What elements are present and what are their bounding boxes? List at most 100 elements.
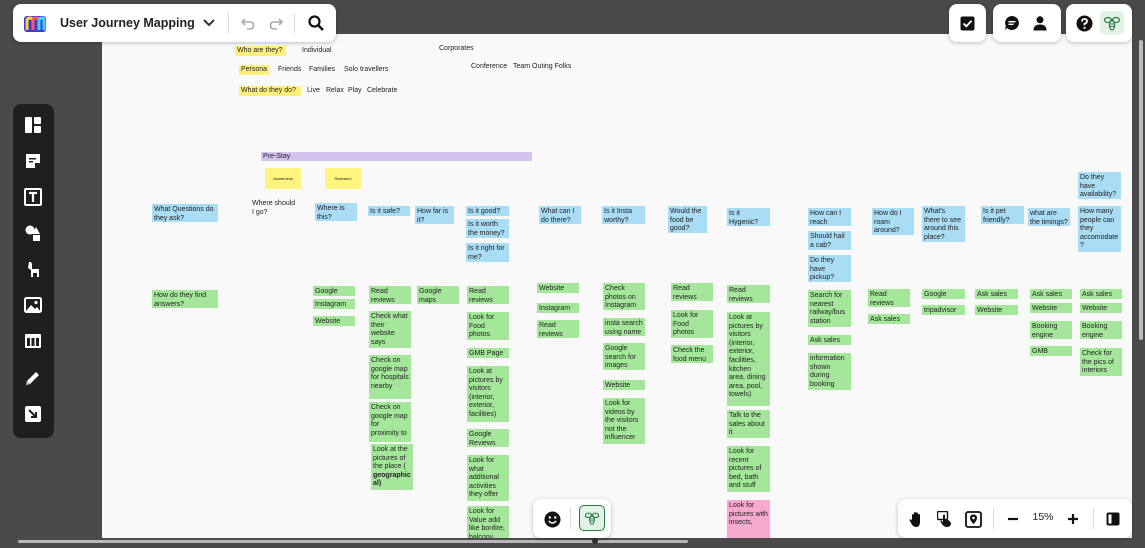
sticky-answer[interactable]: Ask sales: [1030, 289, 1072, 299]
sticky-question[interactable]: Is it right for me?: [466, 243, 509, 262]
sticky-question[interactable]: Is it safe?: [368, 206, 410, 216]
sticky-note-icon[interactable]: [23, 151, 43, 171]
sticky-answer[interactable]: Website: [975, 305, 1018, 315]
text-friends[interactable]: Friends: [278, 66, 301, 75]
sticky-question[interactable]: What can I do there?: [539, 206, 581, 224]
sticky-answer[interactable]: Check on google map for hospitals nearby: [369, 355, 411, 399]
sticky-answer[interactable]: Ask sales: [808, 335, 851, 345]
sticky-answer[interactable]: Check the food menu: [671, 345, 713, 363]
sticky-awareness[interactable]: Awareness: [265, 168, 301, 189]
sticky-answer[interactable]: Look at pictures by visitors (interior, …: [727, 312, 770, 406]
sticky-answer[interactable]: Look at pictures by visitors (interior, …: [467, 366, 509, 422]
sticky-answer[interactable]: Booking engine: [1030, 321, 1072, 339]
templates-icon[interactable]: [23, 115, 43, 135]
sticky-who-are-they[interactable]: Who are they?: [235, 46, 286, 56]
sticky-answer[interactable]: GMB: [1030, 346, 1072, 356]
text-relax[interactable]: Relax: [326, 87, 344, 96]
text-live[interactable]: Live: [307, 87, 320, 96]
miro-logo-icon[interactable]: [23, 12, 47, 34]
sticky-question[interactable]: Is it good?: [466, 206, 509, 216]
vertical-scrollbar[interactable]: [1139, 40, 1143, 340]
text-solo-travellers[interactable]: Solo travellers: [344, 66, 388, 75]
sticky-answer[interactable]: Look for recent pictures of bed, bath an…: [727, 446, 770, 492]
sticky-answer[interactable]: Look for what additional activities they…: [467, 455, 509, 501]
shapes-icon[interactable]: [23, 223, 43, 243]
sticky-answer[interactable]: Google search for images: [603, 343, 645, 370]
sticky-answer[interactable]: Ask sales: [868, 314, 910, 324]
sticky-answer-label[interactable]: How do they find answers?: [152, 290, 218, 308]
sticky-question[interactable]: How do I roam around?: [872, 208, 914, 235]
sticky-answer[interactable]: Google: [313, 286, 355, 296]
sticky-persona[interactable]: Persona: [239, 65, 270, 75]
sticky-answer[interactable]: Check photos on Instagram: [603, 283, 645, 310]
sticky-answer[interactable]: Look at the pictures of the place ( geog…: [371, 444, 413, 490]
panel-toggle-icon[interactable]: [1103, 509, 1123, 529]
sticky-research[interactable]: Research: [325, 168, 361, 189]
hand-icon[interactable]: [907, 509, 927, 529]
phase-bar-pre-stay[interactable]: Pre-Stay: [261, 152, 532, 161]
bee-app-icon[interactable]: [579, 505, 605, 531]
sticky-answer[interactable]: Website: [537, 283, 579, 293]
sticky-answer[interactable]: Website: [603, 380, 645, 390]
horizontal-scrollbar[interactable]: [18, 540, 688, 543]
sticky-answer[interactable]: Read reviews: [727, 285, 770, 303]
text-families[interactable]: Families: [309, 66, 335, 75]
sticky-question[interactable]: What's there to see around this place?: [922, 206, 965, 242]
sticky-answer[interactable]: Instagram: [537, 303, 579, 313]
sticky-question[interactable]: Is it worth the money?: [466, 219, 509, 238]
text-individual[interactable]: Individual: [302, 47, 332, 56]
zoom-level[interactable]: 15%: [1031, 511, 1055, 523]
sticky-question[interactable]: Is it Insta worthy?: [602, 206, 645, 224]
sticky-question[interactable]: Is it pet friendly?: [981, 206, 1024, 224]
sticky-question[interactable]: What Questions do they ask?: [152, 204, 218, 222]
llama-icon[interactable]: [23, 259, 43, 279]
sticky-answer[interactable]: Website: [1030, 303, 1072, 313]
zoom-in-icon[interactable]: [1063, 509, 1083, 529]
sticky-answer-pink[interactable]: Look for pictures with insects,: [727, 500, 770, 538]
sticky-answer[interactable]: Google Reviews: [467, 429, 509, 447]
undo-icon[interactable]: [239, 14, 257, 32]
sticky-answer[interactable]: GMB Page: [467, 348, 509, 358]
sticky-answer[interactable]: Read reviews: [467, 286, 509, 304]
sticky-question[interactable]: Do they have availability?: [1078, 172, 1121, 199]
sticky-question[interactable]: what are the timings?: [1028, 208, 1070, 226]
sticky-answer[interactable]: Read reviews: [868, 289, 910, 307]
sticky-question[interactable]: Should hail a cab?: [808, 231, 851, 250]
sticky-answer[interactable]: Check what their website says: [369, 311, 411, 348]
board-canvas[interactable]: Who are they? Individual Corporates Pers…: [102, 34, 1132, 538]
sticky-answer[interactable]: information shown during booking: [808, 353, 851, 390]
bee-icon[interactable]: [1100, 11, 1124, 35]
sticky-answer[interactable]: Check for the pics of interiors: [1080, 348, 1122, 376]
upload-icon[interactable]: [23, 404, 43, 424]
help-icon[interactable]: [1075, 14, 1093, 32]
pen-icon[interactable]: [23, 368, 43, 388]
touch-icon[interactable]: [935, 509, 955, 529]
text-team-outing[interactable]: Team Outing Folks: [513, 63, 571, 72]
text-celebrate[interactable]: Celebrate: [367, 87, 397, 96]
board-title[interactable]: User Journey Mapping: [60, 16, 195, 30]
text-conference[interactable]: Conference: [471, 63, 507, 72]
sticky-what-do-they-do[interactable]: What do they do?: [239, 86, 301, 96]
sticky-answer[interactable]: Read reviews: [369, 286, 411, 304]
sticky-question[interactable]: Do they have pickup?: [808, 255, 851, 282]
sticky-answer[interactable]: insta search using name: [603, 318, 645, 336]
sticky-answer[interactable]: Instagram: [313, 299, 355, 309]
sticky-answer[interactable]: tripadvisor: [922, 305, 965, 315]
emoji-icon[interactable]: [542, 509, 562, 529]
sticky-question[interactable]: Would the food be good?: [668, 206, 707, 233]
sticky-answer[interactable]: Look for Value add like bonfire, balcony: [467, 506, 509, 538]
sticky-answer[interactable]: Google maps: [417, 286, 459, 304]
zoom-out-icon[interactable]: [1003, 509, 1023, 529]
redo-icon[interactable]: [267, 14, 285, 32]
image-icon[interactable]: [23, 295, 43, 315]
checkbox-icon[interactable]: [958, 14, 976, 32]
sticky-answer[interactable]: Website: [313, 316, 355, 326]
sticky-answer[interactable]: Search for nearest railway/bus station: [808, 290, 851, 327]
sticky-question[interactable]: Where is this?: [315, 203, 357, 221]
map-icon[interactable]: [963, 509, 983, 529]
sticky-answer[interactable]: Read reviews: [671, 283, 713, 301]
text-icon[interactable]: [23, 187, 43, 207]
sticky-answer[interactable]: Talk to the sales about it: [727, 410, 770, 438]
sticky-question[interactable]: Is it Hygenic?: [727, 208, 770, 226]
sticky-answer[interactable]: Ask sales: [1080, 289, 1122, 299]
